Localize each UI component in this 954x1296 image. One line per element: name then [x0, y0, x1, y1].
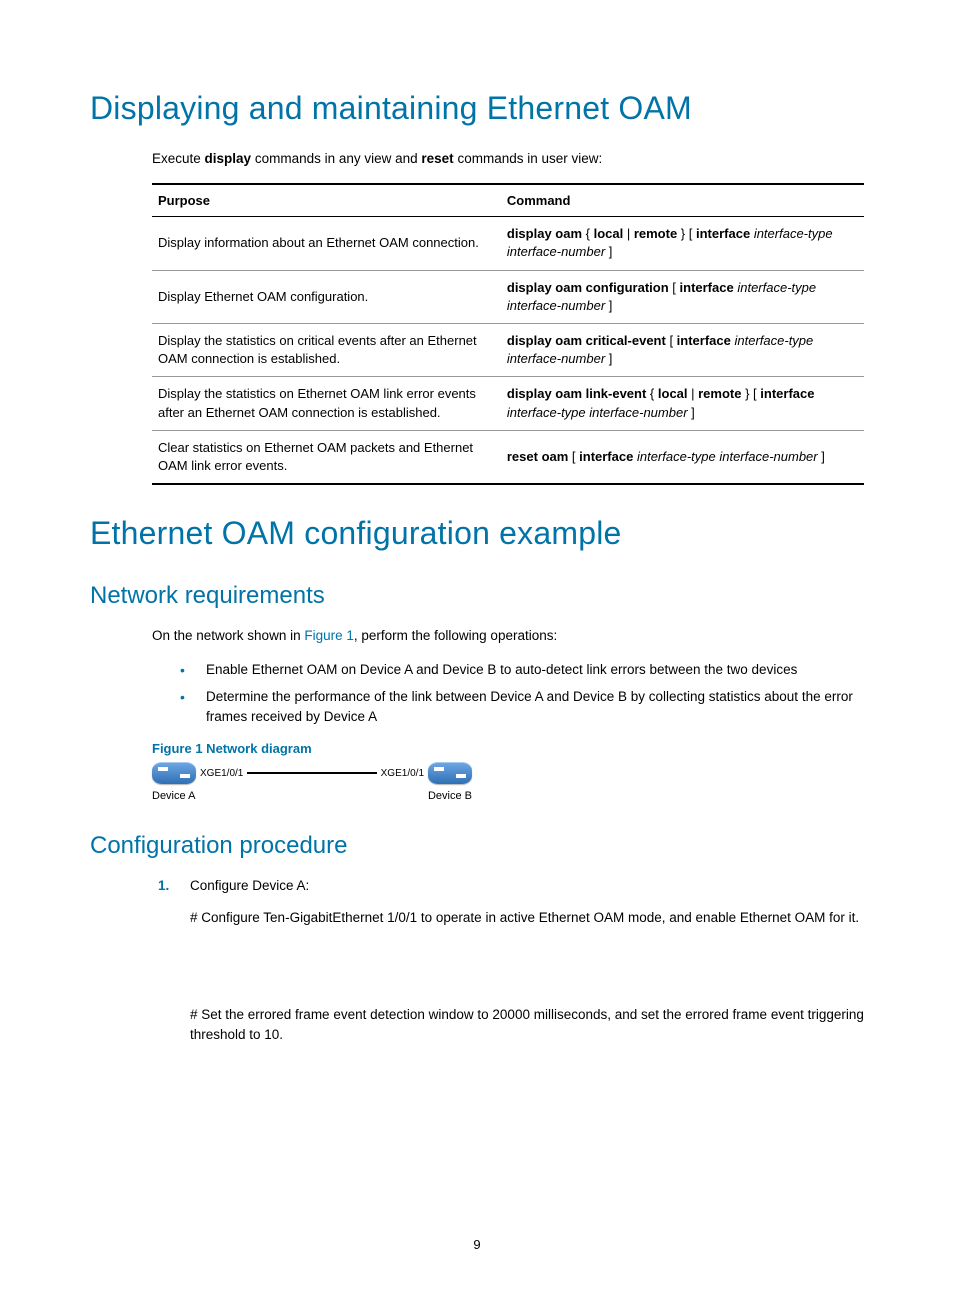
device-label-right: Device B	[428, 790, 472, 802]
procedure-steps: Configure Device A:	[152, 876, 864, 896]
heading-network-requirements: Network requirements	[90, 582, 864, 610]
port-label-right: XGE1/0/1	[381, 768, 424, 779]
commands-table: Purpose Command Display information abou…	[152, 183, 864, 485]
cell-command: reset oam [ interface interface-type int…	[501, 430, 864, 484]
device-label-left: Device A	[152, 790, 195, 802]
cell-command: display oam { local | remote } [ interfa…	[501, 217, 864, 270]
cell-command: display oam configuration [ interface in…	[501, 270, 864, 323]
heading-config-example: Ethernet OAM configuration example	[90, 515, 864, 552]
cell-purpose: Display information about an Ethernet OA…	[152, 217, 501, 270]
link-line-icon	[247, 772, 376, 774]
page-number: 9	[0, 1237, 954, 1252]
cell-purpose: Display Ethernet OAM configuration.	[152, 270, 501, 323]
step-item: Configure Device A:	[180, 876, 864, 896]
net-req-intro: On the network shown in Figure 1, perfor…	[152, 626, 864, 646]
port-label-left: XGE1/0/1	[200, 768, 243, 779]
cell-command: display oam link-event { local | remote …	[501, 377, 864, 430]
network-diagram: XGE1/0/1 XGE1/0/1 Device A Device B	[152, 762, 472, 802]
cell-purpose: Display the statistics on critical event…	[152, 324, 501, 377]
figure-1-link[interactable]: Figure 1	[304, 628, 354, 643]
col-header-purpose: Purpose	[152, 184, 501, 217]
cell-purpose: Display the statistics on Ethernet OAM l…	[152, 377, 501, 430]
table-row: Display the statistics on critical event…	[152, 324, 864, 377]
switch-icon	[428, 762, 472, 784]
table-row: Clear statistics on Ethernet OAM packets…	[152, 430, 864, 484]
table-row: Display the statistics on Ethernet OAM l…	[152, 377, 864, 430]
list-item: Enable Ethernet OAM on Device A and Devi…	[180, 660, 864, 680]
switch-icon	[152, 762, 196, 784]
intro-paragraph: Execute display commands in any view and…	[152, 149, 864, 169]
heading-config-procedure: Configuration procedure	[90, 832, 864, 860]
table-row: Display information about an Ethernet OA…	[152, 217, 864, 270]
col-header-command: Command	[501, 184, 864, 217]
step-body-text: # Set the errored frame event detection …	[190, 1005, 864, 1046]
table-row: Display Ethernet OAM configuration. disp…	[152, 270, 864, 323]
step-body-text: # Configure Ten-GigabitEthernet 1/0/1 to…	[190, 908, 864, 928]
list-item: Determine the performance of the link be…	[180, 687, 864, 728]
requirements-list: Enable Ethernet OAM on Device A and Devi…	[180, 660, 864, 727]
figure-caption: Figure 1 Network diagram	[152, 741, 864, 756]
cell-purpose: Clear statistics on Ethernet OAM packets…	[152, 430, 501, 484]
cell-command: display oam critical-event [ interface i…	[501, 324, 864, 377]
heading-displaying-maintaining: Displaying and maintaining Ethernet OAM	[90, 90, 864, 127]
